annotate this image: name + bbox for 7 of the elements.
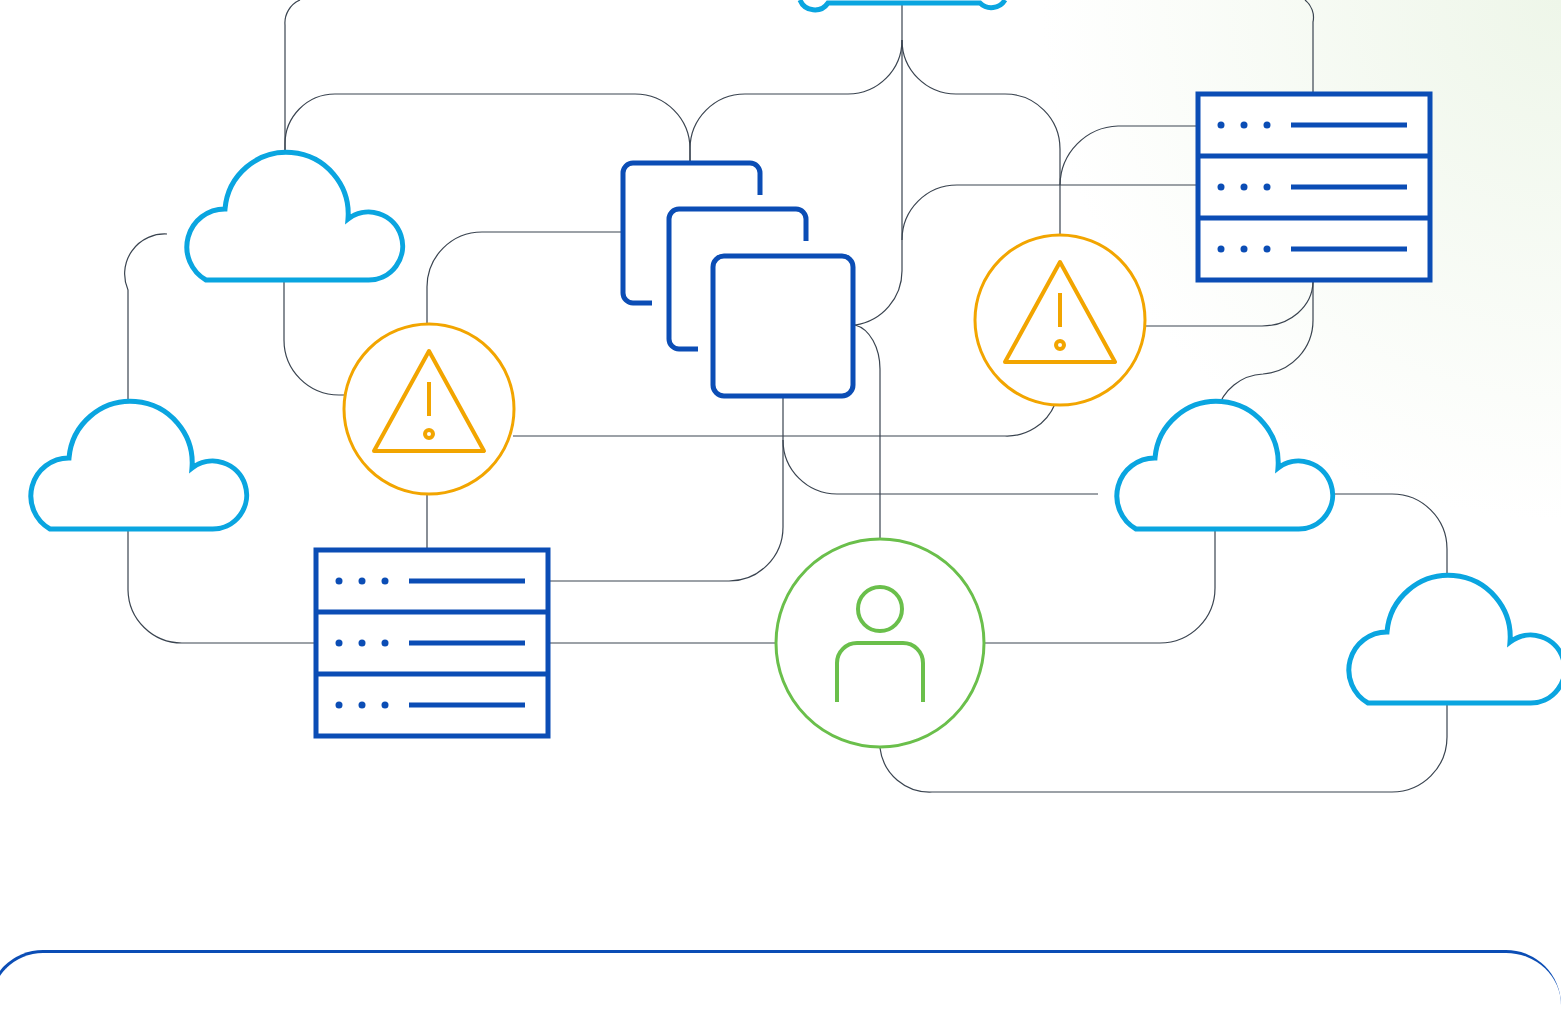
square-stack-icon bbox=[620, 160, 856, 399]
warning-icon bbox=[342, 322, 516, 496]
warning-icon bbox=[973, 233, 1147, 407]
user-icon bbox=[774, 537, 986, 749]
server-icon bbox=[313, 547, 551, 739]
connector-line bbox=[426, 493, 428, 551]
server-icon bbox=[1195, 91, 1433, 283]
